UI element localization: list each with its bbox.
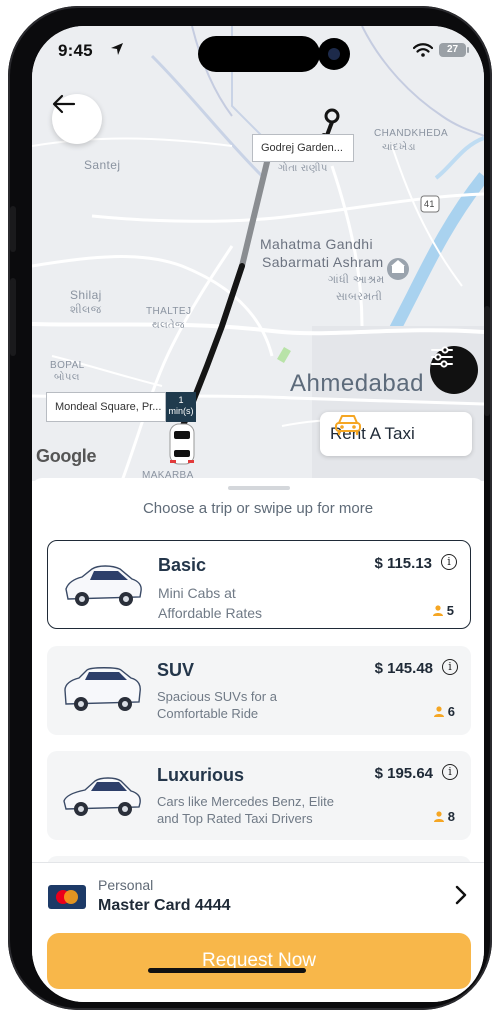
map-label-santej: Santej — [84, 158, 121, 172]
seat-count: 5 — [446, 603, 454, 618]
back-button[interactable] — [52, 94, 102, 144]
map-label-ashram: Mahatma Gandhi — [260, 236, 373, 252]
rent-a-taxi-button[interactable]: Rent A Taxi — [320, 412, 472, 456]
sliders-icon — [431, 346, 453, 368]
taxi-icon — [335, 415, 361, 436]
volume-button — [10, 278, 16, 356]
map-label-shilaj: Shilaj — [70, 288, 102, 302]
payment-card-name: Master Card 4444 — [98, 897, 231, 914]
silent-switch — [10, 206, 16, 252]
person-icon — [432, 605, 443, 616]
sedan-car-icon — [65, 565, 142, 606]
seat-capacity: 6 — [433, 704, 455, 719]
arrow-left-icon — [52, 94, 76, 114]
map-label-makarba: MAKARBA — [142, 470, 194, 481]
map-label-thaltej: THALTEJ — [146, 306, 192, 317]
luxury-car-icon — [63, 777, 141, 816]
trip-option-description: Mini Cabs at Affordable Rates — [158, 585, 263, 621]
trip-option-price: $ 195.64 — [374, 765, 433, 782]
wifi-icon — [413, 43, 433, 57]
dynamic-island — [198, 36, 350, 72]
status-time: 9:45 — [58, 41, 93, 60]
map-label-bopal: BOPAL — [50, 360, 85, 371]
trip-option-name: SUV — [157, 660, 195, 680]
status-bar: 9:45 27 — [32, 26, 484, 76]
trip-option-price: $ 145.48 — [374, 660, 433, 677]
location-arrow-icon — [111, 43, 123, 55]
phone-frame: Santej CHANDKHEDA ચાંદખેડા ગોતા રાણીપ 41… — [8, 6, 492, 1010]
map-label-ashram-gu: ગાંધી આશ્રમ — [328, 274, 385, 286]
map-label-ranip: ગોતા રાણીપ — [278, 163, 328, 174]
info-icon[interactable]: i — [442, 659, 458, 675]
trip-option-name: Luxurious — [157, 765, 245, 785]
map-label-shilaj-gu: શીલજ — [70, 304, 102, 316]
request-now-button[interactable]: Request Now — [47, 933, 471, 989]
home-indicator[interactable] — [148, 968, 306, 973]
mastercard-icon — [48, 885, 86, 909]
eta-unit: min(s) — [168, 406, 194, 416]
map-label-city: Ahmedabad — [290, 370, 424, 397]
person-icon — [433, 706, 444, 717]
info-icon[interactable]: i — [442, 764, 458, 780]
seat-count: 8 — [447, 809, 455, 824]
trip-option-price: $ 115.13 — [374, 555, 432, 572]
map-label-thaltej-gu: થલતેજ — [152, 320, 185, 331]
battery-indicator: 27 — [439, 43, 469, 57]
map-label-chandkheda: CHANDKHEDA — [374, 128, 449, 139]
seat-capacity: 5 — [432, 603, 454, 618]
sheet-hint: Choose a trip or swipe up for more — [142, 500, 374, 517]
info-icon[interactable]: i — [441, 554, 457, 570]
car-marker-icon — [169, 423, 195, 465]
seat-capacity: 8 — [433, 809, 455, 824]
map-label-ashram-2: Sabarmati Ashram — [262, 254, 384, 270]
map-view[interactable]: Santej CHANDKHEDA ચાંદખેડા ગોતા રાણીપ 41… — [32, 26, 484, 481]
map-label-bopal-gu: બોપલ — [54, 372, 80, 383]
map-label-chandkheda-gu: ચાંદખેડા — [382, 142, 416, 153]
chevron-right-icon — [455, 885, 467, 905]
filter-button[interactable] — [430, 346, 478, 394]
trip-option-description: Cars like Mercedes Benz, Elite and Top R… — [157, 794, 335, 826]
suv-car-icon — [64, 667, 141, 711]
power-button — [484, 306, 490, 416]
route-badge: 41 — [424, 199, 435, 209]
dropoff-pin-label[interactable]: Mondeal Square, Pr... — [46, 392, 166, 422]
screen: Santej CHANDKHEDA ચાંદખેડા ગોતા રાણીપ 41… — [32, 26, 484, 1002]
trip-option-description: Spacious SUVs for a Comfortable Ride — [157, 689, 277, 721]
eta-value: 1 — [178, 395, 184, 405]
pickup-pin-label[interactable]: Godrej Garden... — [252, 134, 354, 162]
camera-lens — [328, 48, 340, 60]
payment-type: Personal — [98, 877, 154, 893]
map-label-ashram-gu-2: સાબરમતી — [336, 291, 383, 303]
trip-option-luxurious[interactable]: Luxurious Cars like Mercedes Benz, Elite… — [47, 751, 471, 840]
person-icon — [433, 811, 444, 822]
trip-sheet: Choose a trip or swipe up for more Basic… — [32, 478, 484, 1002]
eta-badge: 1 min(s) — [166, 392, 196, 422]
payment-method[interactable]: Personal Master Card 4444 — [32, 863, 484, 929]
seat-count: 6 — [447, 704, 455, 719]
trip-option-basic[interactable]: Basic Mini Cabs at Affordable Rates $ 11… — [47, 540, 471, 629]
trip-option-name: Basic — [158, 555, 207, 575]
sheet-handle[interactable] — [228, 486, 290, 490]
trip-option-suv[interactable]: SUV Spacious SUVs for a Comfortable Ride… — [47, 646, 471, 735]
google-logo: Google — [36, 446, 97, 466]
